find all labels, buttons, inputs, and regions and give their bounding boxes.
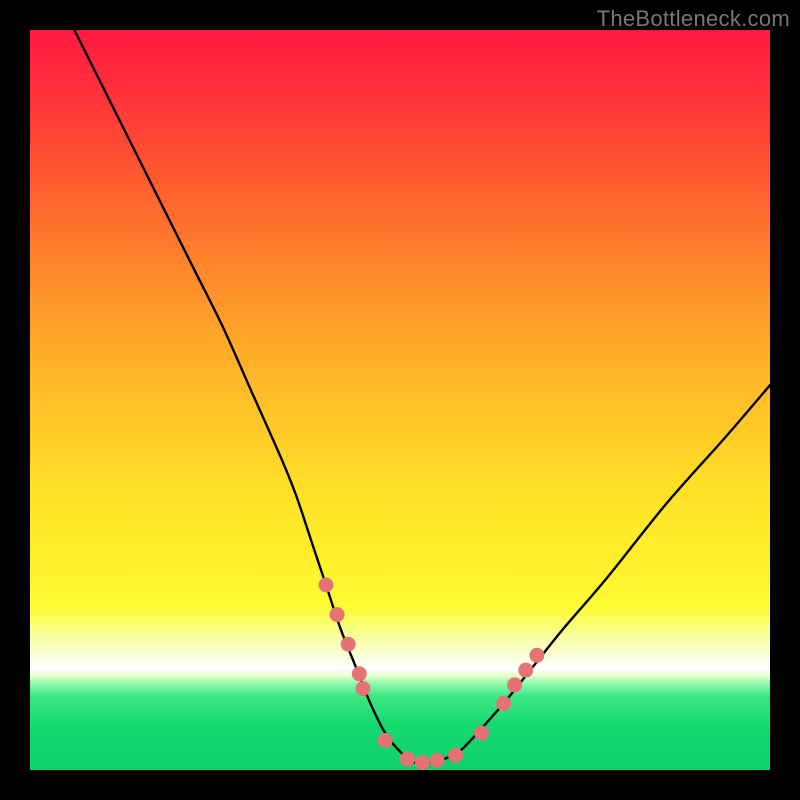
dot [341,637,356,652]
dot [507,677,522,692]
dot [430,753,445,768]
dot [529,648,544,663]
bottleneck-curve [74,30,770,764]
dot [378,733,393,748]
dot [496,696,511,711]
plot-area [30,30,770,770]
chart-frame: TheBottleneck.com [0,0,800,800]
dot [400,751,415,766]
dot [356,681,371,696]
dot [352,666,367,681]
dot [319,578,334,593]
dot [518,663,533,678]
watermark-text: TheBottleneck.com [597,6,790,32]
curve-svg [30,30,770,770]
dot [448,748,463,763]
dot [330,607,345,622]
highlight-dots [319,578,545,771]
dot [415,755,430,770]
dot [474,726,489,741]
